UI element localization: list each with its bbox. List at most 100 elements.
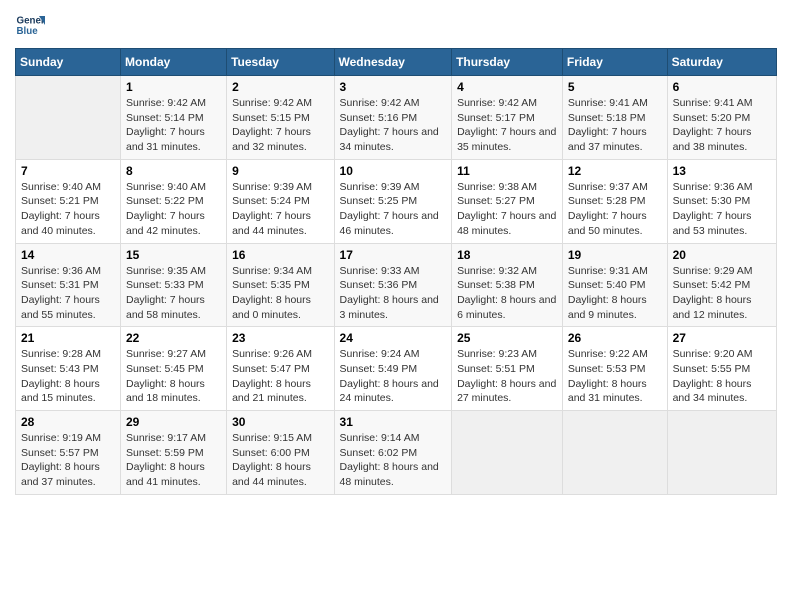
calendar-week-row: 14Sunrise: 9:36 AMSunset: 5:31 PMDayligh…: [16, 243, 777, 327]
day-number: 16: [232, 248, 328, 262]
day-number: 25: [457, 331, 557, 345]
day-number: 24: [340, 331, 447, 345]
day-number: 27: [673, 331, 771, 345]
logo-icon: General Blue: [15, 10, 45, 40]
calendar-cell: 14Sunrise: 9:36 AMSunset: 5:31 PMDayligh…: [16, 243, 121, 327]
calendar-cell: 11 Sunrise: 9:38 AMSunset: 5:27 PMDayligh…: [452, 159, 563, 243]
day-info: Sunrise: 9:35 AMSunset: 5:33 PMDaylight:…: [126, 264, 221, 323]
day-info: Sunrise: 9:17 AMSunset: 5:59 PMDaylight:…: [126, 431, 221, 490]
calendar-cell: 24 Sunrise: 9:24 AMSunset: 5:49 PMDayligh…: [334, 327, 452, 411]
day-number: 13: [673, 164, 771, 178]
day-number: 6: [673, 80, 771, 94]
day-number: 10: [340, 164, 447, 178]
calendar-table: SundayMondayTuesdayWednesdayThursdayFrid…: [15, 48, 777, 495]
calendar-cell: 12Sunrise: 9:37 AMSunset: 5:28 PMDayligh…: [562, 159, 667, 243]
calendar-cell: 29 Sunrise: 9:17 AMSunset: 5:59 PMDayligh…: [121, 411, 227, 495]
day-number: 7: [21, 164, 115, 178]
day-info: Sunrise: 9:37 AMSunset: 5:28 PMDaylight:…: [568, 180, 662, 239]
weekday-header: Wednesday: [334, 49, 452, 76]
day-info: Sunrise: 9:39 AMSunset: 5:25 PMDaylight:…: [340, 180, 447, 239]
day-info: Sunrise: 9:32 AMSunset: 5:38 PMDaylight:…: [457, 264, 557, 323]
calendar-cell: 28 Sunrise: 9:19 AMSunset: 5:57 PMDayligh…: [16, 411, 121, 495]
day-number: 29: [126, 415, 221, 429]
calendar-week-row: 28 Sunrise: 9:19 AMSunset: 5:57 PMDayligh…: [16, 411, 777, 495]
day-info: Sunrise: 9:39 AMSunset: 5:24 PMDaylight:…: [232, 180, 328, 239]
day-info: Sunrise: 9:40 AMSunset: 5:21 PMDaylight:…: [21, 180, 115, 239]
day-info: Sunrise: 9:41 AMSunset: 5:20 PMDaylight:…: [673, 96, 771, 155]
weekday-header: Saturday: [667, 49, 776, 76]
calendar-cell: 9 Sunrise: 9:39 AMSunset: 5:24 PMDaylight…: [227, 159, 334, 243]
calendar-week-row: 21Sunrise: 9:28 AMSunset: 5:43 PMDayligh…: [16, 327, 777, 411]
day-info: Sunrise: 9:27 AMSunset: 5:45 PMDaylight:…: [126, 347, 221, 406]
day-number: 20: [673, 248, 771, 262]
day-number: 31: [340, 415, 447, 429]
svg-text:Blue: Blue: [17, 26, 39, 37]
weekday-header: Sunday: [16, 49, 121, 76]
day-info: Sunrise: 9:14 AMSunset: 6:02 PMDaylight:…: [340, 431, 447, 490]
day-info: Sunrise: 9:40 AMSunset: 5:22 PMDaylight:…: [126, 180, 221, 239]
calendar-cell: 13Sunrise: 9:36 AMSunset: 5:30 PMDayligh…: [667, 159, 776, 243]
calendar-cell: 5Sunrise: 9:41 AMSunset: 5:18 PMDaylight…: [562, 76, 667, 160]
calendar-cell: 8Sunrise: 9:40 AMSunset: 5:22 PMDaylight…: [121, 159, 227, 243]
day-info: Sunrise: 9:29 AMSunset: 5:42 PMDaylight:…: [673, 264, 771, 323]
day-info: Sunrise: 9:28 AMSunset: 5:43 PMDaylight:…: [21, 347, 115, 406]
day-info: Sunrise: 9:23 AMSunset: 5:51 PMDaylight:…: [457, 347, 557, 406]
day-info: Sunrise: 9:33 AMSunset: 5:36 PMDaylight:…: [340, 264, 447, 323]
calendar-cell: 17 Sunrise: 9:33 AMSunset: 5:36 PMDayligh…: [334, 243, 452, 327]
calendar-cell: 19Sunrise: 9:31 AMSunset: 5:40 PMDayligh…: [562, 243, 667, 327]
day-number: 17: [340, 248, 447, 262]
day-info: Sunrise: 9:42 AMSunset: 5:15 PMDaylight:…: [232, 96, 328, 155]
day-number: 30: [232, 415, 328, 429]
calendar-cell: [16, 76, 121, 160]
weekday-header: Tuesday: [227, 49, 334, 76]
calendar-cell: 23Sunrise: 9:26 AMSunset: 5:47 PMDayligh…: [227, 327, 334, 411]
day-info: Sunrise: 9:22 AMSunset: 5:53 PMDaylight:…: [568, 347, 662, 406]
day-info: Sunrise: 9:36 AMSunset: 5:31 PMDaylight:…: [21, 264, 115, 323]
calendar-week-row: 7 Sunrise: 9:40 AMSunset: 5:21 PMDaylight…: [16, 159, 777, 243]
calendar-cell: 2 Sunrise: 9:42 AMSunset: 5:15 PMDaylight…: [227, 76, 334, 160]
calendar-cell: 20 Sunrise: 9:29 AMSunset: 5:42 PMDayligh…: [667, 243, 776, 327]
weekday-header: Monday: [121, 49, 227, 76]
weekday-header: Thursday: [452, 49, 563, 76]
day-info: Sunrise: 9:31 AMSunset: 5:40 PMDaylight:…: [568, 264, 662, 323]
calendar-cell: [667, 411, 776, 495]
day-number: 4: [457, 80, 557, 94]
header: General Blue: [15, 10, 777, 40]
day-number: 11: [457, 164, 557, 178]
calendar-cell: 30Sunrise: 9:15 AMSunset: 6:00 PMDayligh…: [227, 411, 334, 495]
calendar-cell: 1Sunrise: 9:42 AMSunset: 5:14 PMDaylight…: [121, 76, 227, 160]
day-info: Sunrise: 9:41 AMSunset: 5:18 PMDaylight:…: [568, 96, 662, 155]
day-info: Sunrise: 9:42 AMSunset: 5:14 PMDaylight:…: [126, 96, 221, 155]
day-number: 22: [126, 331, 221, 345]
day-number: 28: [21, 415, 115, 429]
day-info: Sunrise: 9:26 AMSunset: 5:47 PMDaylight:…: [232, 347, 328, 406]
calendar-cell: 22 Sunrise: 9:27 AMSunset: 5:45 PMDayligh…: [121, 327, 227, 411]
calendar-cell: 21Sunrise: 9:28 AMSunset: 5:43 PMDayligh…: [16, 327, 121, 411]
calendar-cell: 4 Sunrise: 9:42 AMSunset: 5:17 PMDaylight…: [452, 76, 563, 160]
day-info: Sunrise: 9:38 AMSunset: 5:27 PMDaylight:…: [457, 180, 557, 239]
calendar-cell: 26 Sunrise: 9:22 AMSunset: 5:53 PMDayligh…: [562, 327, 667, 411]
day-info: Sunrise: 9:42 AMSunset: 5:17 PMDaylight:…: [457, 96, 557, 155]
calendar-cell: 7 Sunrise: 9:40 AMSunset: 5:21 PMDaylight…: [16, 159, 121, 243]
day-number: 9: [232, 164, 328, 178]
calendar-cell: 6 Sunrise: 9:41 AMSunset: 5:20 PMDaylight…: [667, 76, 776, 160]
calendar-cell: [452, 411, 563, 495]
calendar-header-row: SundayMondayTuesdayWednesdayThursdayFrid…: [16, 49, 777, 76]
calendar-cell: 18 Sunrise: 9:32 AMSunset: 5:38 PMDayligh…: [452, 243, 563, 327]
day-info: Sunrise: 9:42 AMSunset: 5:16 PMDaylight:…: [340, 96, 447, 155]
day-number: 18: [457, 248, 557, 262]
day-number: 3: [340, 80, 447, 94]
calendar-cell: 10 Sunrise: 9:39 AMSunset: 5:25 PMDayligh…: [334, 159, 452, 243]
calendar-week-row: 1Sunrise: 9:42 AMSunset: 5:14 PMDaylight…: [16, 76, 777, 160]
day-info: Sunrise: 9:24 AMSunset: 5:49 PMDaylight:…: [340, 347, 447, 406]
calendar-cell: 16 Sunrise: 9:34 AMSunset: 5:35 PMDayligh…: [227, 243, 334, 327]
calendar-cell: 25 Sunrise: 9:23 AMSunset: 5:51 PMDayligh…: [452, 327, 563, 411]
day-number: 26: [568, 331, 662, 345]
calendar-cell: [562, 411, 667, 495]
weekday-header: Friday: [562, 49, 667, 76]
calendar-cell: 3 Sunrise: 9:42 AMSunset: 5:16 PMDaylight…: [334, 76, 452, 160]
day-info: Sunrise: 9:19 AMSunset: 5:57 PMDaylight:…: [21, 431, 115, 490]
page-container: General Blue SundayMondayTuesdayWednesda…: [0, 0, 792, 505]
day-number: 2: [232, 80, 328, 94]
day-info: Sunrise: 9:34 AMSunset: 5:35 PMDaylight:…: [232, 264, 328, 323]
